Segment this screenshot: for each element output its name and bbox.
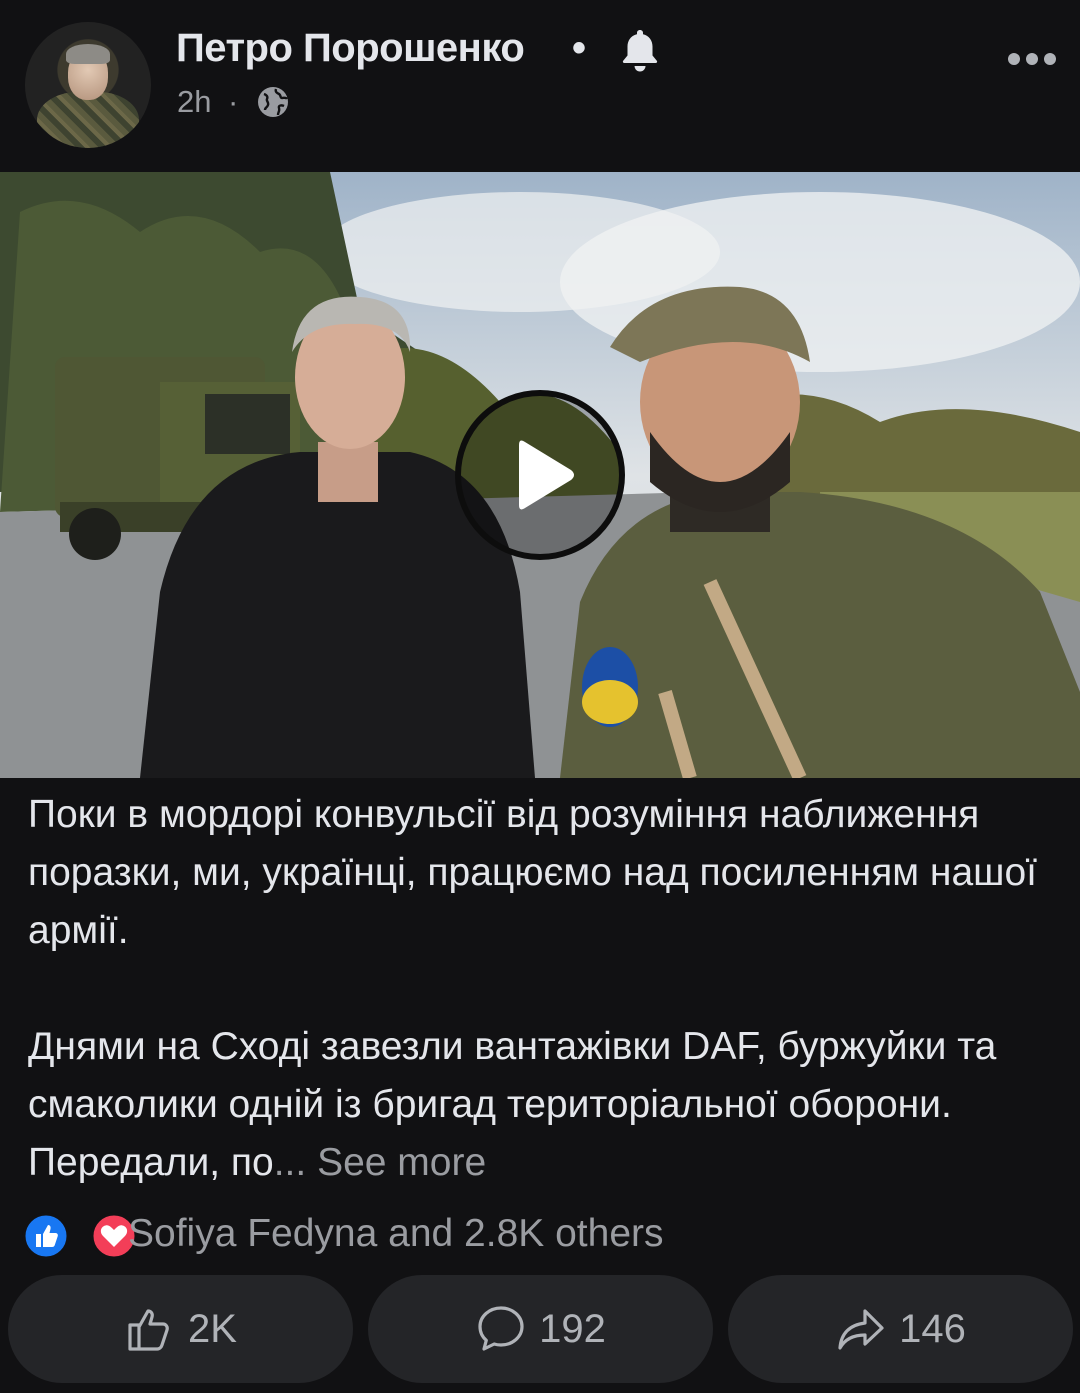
post-paragraph-1: Поки в мордорі конвульсії від розуміння … <box>28 793 1037 952</box>
see-more-link[interactable]: See more <box>317 1141 486 1184</box>
globe-icon <box>258 87 289 117</box>
post-text: Поки в мордорі конвульсії від розуміння … <box>28 786 1058 1192</box>
comment-button[interactable]: 192 <box>368 1275 713 1383</box>
video-player[interactable] <box>0 172 1080 778</box>
share-button[interactable]: 146 <box>728 1275 1073 1383</box>
post-header: Петро Порошенко • 2h · <box>0 0 1080 170</box>
play-icon[interactable] <box>455 390 625 560</box>
post-paragraph-2-text: Днями на Сході завезли вантажівки DAF, б… <box>28 1025 997 1184</box>
share-icon <box>838 1309 884 1350</box>
ellipsis: ... <box>273 1141 307 1184</box>
name-separator: • <box>572 26 587 70</box>
reactions-text[interactable]: Sofiya Fedyna and 2.8K others <box>128 1212 664 1256</box>
thumbs-up-icon <box>128 1309 169 1351</box>
like-icon <box>22 1212 70 1260</box>
bell-icon[interactable] <box>616 26 664 74</box>
comment-icon <box>478 1306 524 1351</box>
author-avatar[interactable] <box>25 22 151 148</box>
share-count: 146 <box>899 1306 966 1351</box>
comment-count: 192 <box>539 1306 606 1351</box>
post-paragraph-2: Днями на Сході завезли вантажівки DAF, б… <box>28 1018 1058 1192</box>
post-time[interactable]: 2h <box>177 84 211 120</box>
author-name[interactable]: Петро Порошенко <box>176 26 525 71</box>
like-count: 2K <box>188 1306 237 1351</box>
time-separator: · <box>228 84 239 119</box>
more-horizontal-icon[interactable] <box>1006 48 1058 70</box>
like-button[interactable]: 2K <box>8 1275 353 1383</box>
